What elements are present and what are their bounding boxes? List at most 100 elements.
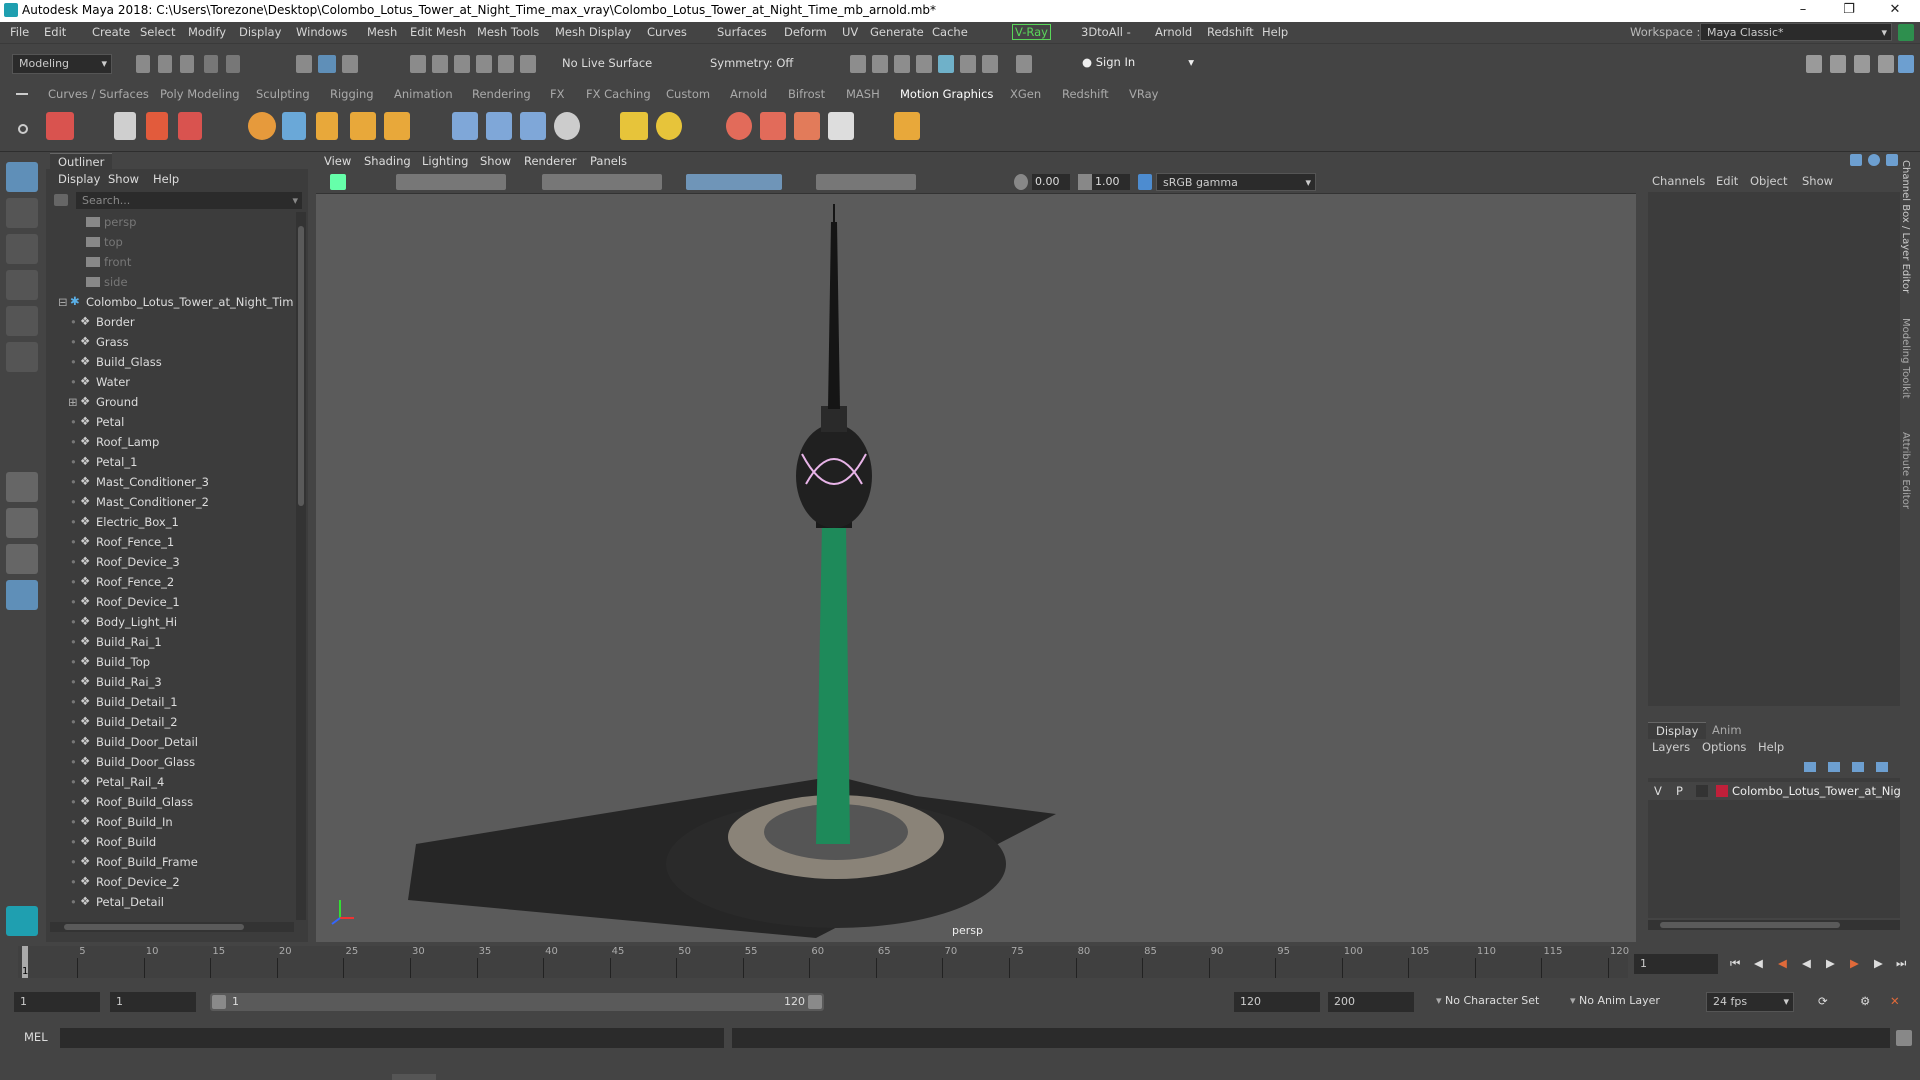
script-editor-icon[interactable] [1896, 1030, 1912, 1046]
range-start-handle[interactable] [212, 995, 226, 1009]
channel-menu-edit[interactable]: Edit [1716, 174, 1738, 188]
outliner-hscrollbar[interactable] [50, 922, 294, 932]
outliner-item[interactable]: • ❖ Border [46, 312, 294, 332]
layer-type-toggle[interactable] [1696, 785, 1708, 797]
menu-uv[interactable]: UV [842, 25, 858, 39]
render-icon[interactable] [850, 55, 866, 73]
animation-start-field[interactable]: 1 [14, 992, 100, 1012]
outliner-camera-front[interactable]: front [46, 252, 294, 272]
shelf-tab-rigging[interactable]: Rigging [330, 87, 374, 101]
layer-visibility-toggle[interactable]: V [1654, 784, 1662, 798]
menu-modify[interactable]: Modify [188, 25, 226, 39]
menu-help[interactable]: Help [1262, 25, 1288, 39]
type-tool-icon[interactable] [146, 112, 168, 140]
shelf-tab-bifrost[interactable]: Bifrost [788, 87, 825, 101]
save-scene-icon[interactable] [180, 55, 194, 73]
outliner-item[interactable]: • ❖ Roof_Build [46, 832, 294, 852]
range-end-handle[interactable] [808, 995, 822, 1009]
twist-deformer-icon[interactable] [486, 112, 512, 140]
menu-cache[interactable]: Cache [932, 25, 968, 39]
render-sequence-icon[interactable] [872, 55, 888, 73]
outliner-item[interactable]: • ❖ Mast_Conditioner_2 [46, 492, 294, 512]
range-bar[interactable]: 1 120 [210, 993, 824, 1011]
open-scene-icon[interactable] [158, 55, 172, 73]
layer-up-icon[interactable] [1804, 762, 1816, 772]
outliner-item[interactable]: • ❖ Build_Detail_1 [46, 692, 294, 712]
fps-select[interactable]: 24 fps ▾ [1706, 992, 1794, 1012]
viewport-menu-show[interactable]: Show [480, 154, 511, 168]
loop-icon[interactable]: ⟳ [1818, 994, 1828, 1008]
channel-menu-object[interactable]: Object [1750, 174, 1787, 188]
animation-end-field[interactable]: 200 [1328, 992, 1414, 1012]
symmetry-field[interactable]: Symmetry: Off [710, 56, 793, 70]
layer-row[interactable]: V P Colombo_Lotus_Tower_at_Nig [1648, 782, 1900, 800]
spin-icon[interactable] [554, 112, 580, 140]
play-forward-icon[interactable]: ▶ [1826, 956, 1835, 970]
menu-surfaces[interactable]: Surfaces [717, 25, 767, 39]
outliner-item[interactable]: • ❖ Water [46, 372, 294, 392]
shelf-tab-animation[interactable]: Animation [394, 87, 453, 101]
outliner-item[interactable]: • ❖ Petal_Rail_4 [46, 772, 294, 792]
blob-icon[interactable] [794, 112, 820, 140]
side-tab-channel-box[interactable]: Channel Box / Layer Editor [1900, 160, 1911, 293]
outliner-search-input[interactable]: Search... ▾ [76, 192, 302, 209]
pause-icon[interactable] [1016, 55, 1032, 73]
command-language-label[interactable]: MEL [24, 1030, 48, 1044]
gamma-field[interactable]: 1.00 [1092, 174, 1130, 190]
colorspace-select[interactable]: sRGB gamma ▾ [1156, 173, 1316, 191]
menu-edit-mesh[interactable]: Edit Mesh [410, 25, 466, 39]
outliner-camera-persp[interactable]: persp [46, 212, 294, 232]
select-object-icon[interactable] [318, 55, 336, 73]
lighting-mode-icon[interactable] [816, 174, 916, 190]
menu-redshift[interactable]: Redshift [1207, 25, 1254, 39]
viewport-canvas[interactable]: persp [316, 194, 1636, 942]
outliner-item[interactable]: • ❖ Grass [46, 332, 294, 352]
box-icon[interactable] [384, 112, 410, 140]
menu-mesh-tools[interactable]: Mesh Tools [477, 25, 539, 39]
menu-edit[interactable]: Edit [44, 25, 66, 39]
layer-menu-options[interactable]: Options [1702, 740, 1746, 754]
layer-color-swatch[interactable] [1716, 785, 1728, 797]
select-component-icon[interactable] [342, 55, 358, 73]
camera-select-icon[interactable] [330, 174, 346, 190]
new-layer-icon[interactable] [1852, 762, 1864, 772]
light-icon[interactable] [656, 112, 682, 140]
outliner-item[interactable]: • ❖ Build_Rai_1 [46, 632, 294, 652]
side-tab-attribute-editor[interactable]: Attribute Editor [1900, 432, 1911, 509]
layer-hscrollbar[interactable] [1648, 920, 1900, 930]
four-view-icon[interactable] [6, 508, 38, 538]
snap-curve-icon[interactable] [432, 55, 448, 73]
menu-mesh[interactable]: Mesh [367, 25, 397, 39]
channel-box-layout-icon[interactable] [1850, 154, 1862, 166]
single-view-icon[interactable] [6, 472, 38, 502]
shelf-tab-fx[interactable]: FX [550, 87, 565, 101]
shirt-icon[interactable] [760, 112, 786, 140]
outliner-item[interactable]: • ❖ Build_Rai_3 [46, 672, 294, 692]
shelf-menu-icon[interactable] [16, 93, 28, 95]
close-button[interactable]: ✕ [1872, 0, 1918, 22]
shelf-tab-motion-graphics[interactable]: Motion Graphics [900, 87, 993, 101]
color-management-icon[interactable] [1138, 174, 1152, 190]
layout-icon[interactable] [1878, 55, 1894, 73]
outliner-menu-help[interactable]: Help [153, 172, 179, 186]
move-tool-icon[interactable] [6, 270, 38, 300]
gamma-icon[interactable] [1078, 174, 1092, 190]
redo-icon[interactable] [226, 55, 240, 73]
outliner-item[interactable]: • ❖ Roof_Build_Glass [46, 792, 294, 812]
mode-select[interactable]: Modeling ▾ [12, 54, 112, 74]
type-effect-icon[interactable] [178, 112, 202, 140]
text-icon[interactable] [316, 112, 338, 140]
shading-mode-icon[interactable] [686, 174, 782, 190]
exposure-field[interactable]: 0.00 [1032, 174, 1070, 190]
new-layer-selected-icon[interactable] [1876, 762, 1888, 772]
menu-3dtoall[interactable]: 3DtoAll - [1081, 25, 1131, 39]
snap-surface-icon[interactable] [498, 55, 514, 73]
svg-icon[interactable] [350, 112, 376, 140]
curve-tool-icon[interactable] [282, 112, 306, 140]
outliner-tab[interactable]: Outliner [50, 153, 113, 170]
lock-icon[interactable] [1898, 24, 1914, 41]
auto-key-icon[interactable]: ⚙ [1860, 994, 1870, 1008]
undo-icon[interactable] [204, 55, 218, 73]
shelf-tab-fx-caching[interactable]: FX Caching [586, 87, 651, 101]
bend-deformer-icon[interactable] [452, 112, 478, 140]
